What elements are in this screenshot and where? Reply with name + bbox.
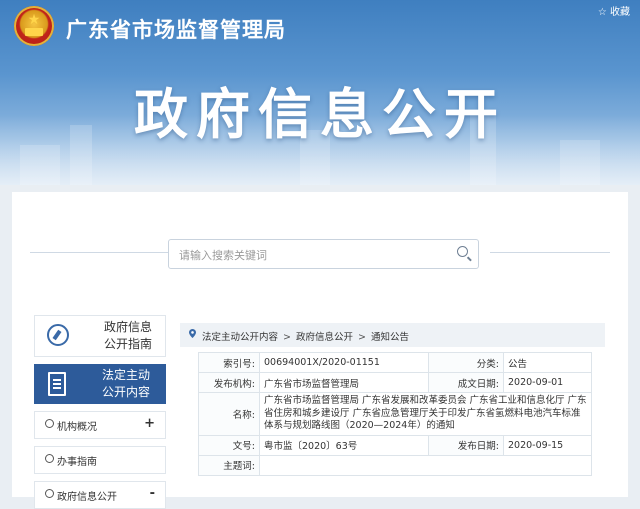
divider — [490, 252, 610, 253]
bullet-icon — [45, 454, 54, 463]
subject-label: 主题词: — [198, 454, 260, 476]
sidebar-guide-line-2: 公开指南 — [103, 337, 152, 351]
sidebar-guide-line-1: 政府信息 — [103, 320, 152, 334]
publish-date-label: 发布日期: — [428, 434, 504, 456]
expand-icon[interactable]: + — [144, 416, 155, 431]
table-row: 索引号: 00694001X/2020-01151 分类: 公告 — [198, 352, 592, 373]
breadcrumb-item[interactable]: 通知公告 — [371, 332, 409, 343]
favorite-link[interactable]: ☆ 收藏 — [598, 3, 630, 18]
site-title[interactable]: 广东省市场监督管理局 — [66, 14, 286, 44]
breadcrumb-separator: > — [358, 332, 366, 343]
created-date-value: 2020-09-01 — [503, 372, 592, 393]
national-emblem-icon: ★ — [14, 6, 54, 46]
sidebar-item-service-guide[interactable]: 办事指南 — [34, 446, 166, 474]
category-value: 公告 — [503, 352, 592, 373]
sidebar-active-line-2: 公开内容 — [101, 385, 150, 399]
table-row: 文号: 粤市监〔2020〕63号 发布日期: 2020-09-15 — [198, 434, 592, 456]
sidebar-active-line-1: 法定主动 — [101, 368, 150, 382]
sidebar: 政府信息 公开指南 法定主动 公开内容 机构概况 + 办事指南 政府信息公开 - — [34, 315, 166, 509]
sidebar-item-gov-info[interactable]: 政府信息公开 - — [34, 481, 166, 509]
table-row: 名称: 广东省市场监督管理局 广东省发展和改革委员会 广东省工业和信息化厅 广东… — [198, 392, 592, 436]
breadcrumb: 法定主动公开内容 > 政府信息公开 > 通知公告 — [180, 323, 605, 347]
publish-date-value: 2020-09-15 — [503, 434, 592, 456]
sidebar-guide-card[interactable]: 政府信息 公开指南 — [34, 315, 166, 357]
breadcrumb-item[interactable]: 法定主动公开内容 — [202, 332, 278, 343]
name-label: 名称: — [198, 392, 260, 436]
compass-icon — [47, 324, 69, 346]
subject-value — [259, 454, 592, 476]
search-icon[interactable] — [457, 246, 468, 257]
publisher-value: 广东省市场监督管理局 — [259, 372, 429, 393]
page-title: 政府信息公开 — [134, 83, 506, 146]
created-date-label: 成文日期: — [428, 372, 504, 393]
search-input[interactable] — [177, 245, 441, 265]
doc-number-value: 粤市监〔2020〕63号 — [259, 434, 429, 456]
publisher-label: 发布机构: — [198, 372, 260, 393]
sidebar-guide-label: 政府信息 公开指南 — [97, 319, 159, 353]
category-label: 分类: — [428, 352, 504, 373]
divider — [30, 252, 180, 253]
table-row: 发布机构: 广东省市场监督管理局 成文日期: 2020-09-01 — [198, 372, 592, 393]
index-label: 索引号: — [198, 352, 260, 373]
sidebar-item-label: 政府信息公开 — [57, 492, 117, 503]
doc-number-label: 文号: — [198, 434, 260, 456]
document-info-table: 索引号: 00694001X/2020-01151 分类: 公告 发布机构: 广… — [198, 352, 592, 476]
document-icon — [48, 372, 66, 396]
header-banner: ★ 广东省市场监督管理局 ☆ 收藏 政府信息公开 — [0, 0, 640, 185]
sidebar-active-label: 法定主动 公开内容 — [90, 367, 162, 401]
breadcrumb-item[interactable]: 政府信息公开 — [296, 332, 353, 343]
sidebar-item-label: 机构概况 — [57, 422, 97, 433]
index-value: 00694001X/2020-01151 — [259, 352, 429, 373]
name-value: 广东省市场监督管理局 广东省发展和改革委员会 广东省工业和信息化厅 广东省住房和… — [259, 392, 592, 436]
sidebar-item-org-overview[interactable]: 机构概况 + — [34, 411, 166, 439]
breadcrumb-separator: > — [283, 332, 291, 343]
sidebar-active-card[interactable]: 法定主动 公开内容 — [34, 364, 166, 404]
location-pin-icon — [189, 329, 196, 338]
table-row: 主题词: — [198, 454, 592, 476]
search-box[interactable] — [168, 239, 479, 269]
bullet-icon — [45, 419, 54, 428]
sidebar-item-label: 办事指南 — [57, 457, 97, 468]
collapse-icon[interactable]: - — [150, 486, 155, 501]
